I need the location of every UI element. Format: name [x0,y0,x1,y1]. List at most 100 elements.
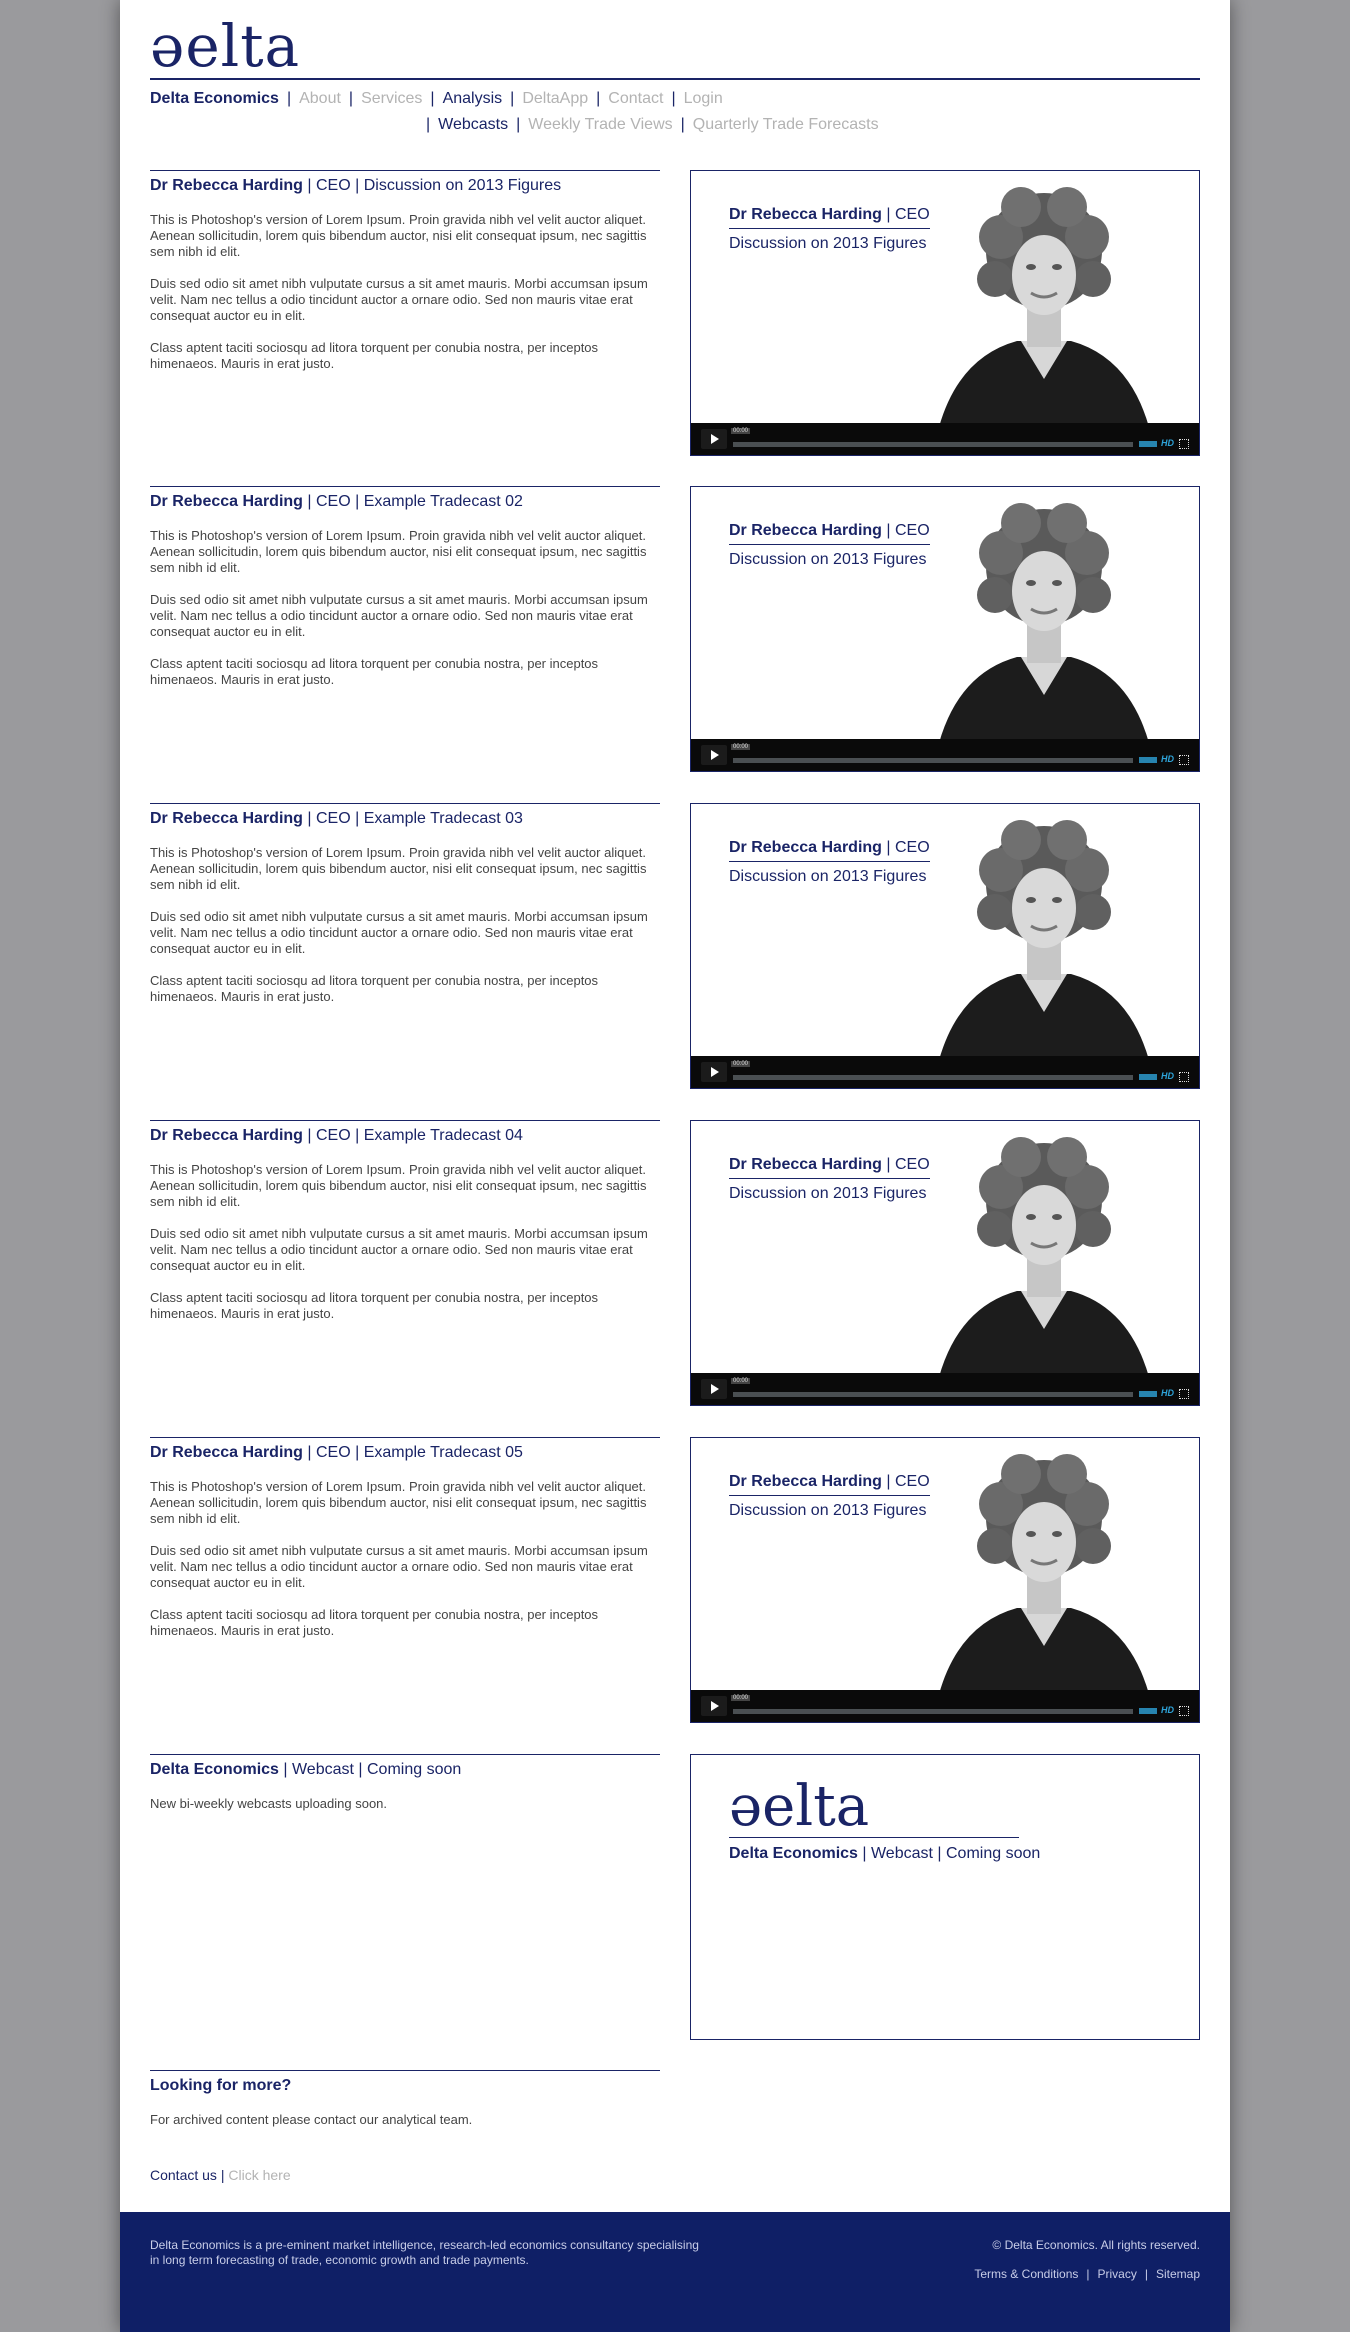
volume-icon[interactable] [1139,441,1157,447]
webcast-title[interactable]: Dr Rebecca Harding | CEO | Example Trade… [150,492,660,512]
fullscreen-icon[interactable] [1179,439,1189,449]
webcast-text: Dr Rebecca Harding | CEO | Example Trade… [150,803,660,1021]
video-overlay-title: Dr Rebecca Harding | CEO Discussion on 2… [729,521,930,570]
progress-bar[interactable] [733,442,1133,447]
paragraph: Class aptent taciti sociosqu ad litora t… [150,1607,599,1638]
webcast-text: Dr Rebecca Harding | CEO | Example Trade… [150,486,660,704]
speaker-portrait [939,503,1149,743]
volume-icon[interactable] [1139,1391,1157,1397]
footer-links: Terms & Conditions | Privacy | Sitemap [974,2267,1200,2281]
video-subtitle: Discussion on 2013 Figures [729,868,927,885]
fullscreen-icon[interactable] [1179,755,1189,765]
paragraph: Class aptent taciti sociosqu ad litora t… [150,656,599,687]
video-speaker: Dr Rebecca Harding [729,1473,882,1490]
more-title: Looking for more? [150,2076,660,2096]
webcast-description: This is Photoshop's version of Lorem Ips… [150,212,660,372]
subnav-item-weekly-trade-views[interactable]: Weekly Trade Views [528,116,672,133]
promo-brand: Delta Economics [729,1845,858,1862]
video-player[interactable]: Dr Rebecca Harding | CEO Discussion on 2… [690,486,1200,772]
player-controls: 00:00 HD [691,423,1199,455]
subnav-separator: | [680,116,685,133]
player-controls: 00:00 HD [691,739,1199,771]
click-here-link[interactable]: Click here [228,2167,290,2183]
webcast-subtitle: | CEO | Example Tradecast 04 [302,1127,523,1144]
speaker-portrait [939,187,1149,427]
more-description: For archived content please contact our … [150,2112,660,2128]
subnav-item-quarterly-trade-forecasts[interactable]: Quarterly Trade Forecasts [693,116,879,133]
footer-link-sitemap[interactable]: Sitemap [1156,2267,1200,2281]
hd-toggle[interactable]: HD [1161,754,1174,764]
video-subtitle: Discussion on 2013 Figures [729,1185,927,1202]
video-speaker: Dr Rebecca Harding [729,522,882,539]
page: ǝelta Delta Economics | About | Services | Ana… [120,0,1230,2332]
video-player[interactable]: Dr Rebecca Harding | CEO Discussion on 2… [690,1120,1200,1406]
webcast-text: Dr Rebecca Harding | CEO | Example Trade… [150,1120,660,1338]
webcast-description: This is Photoshop's version of Lorem Ips… [150,845,660,1005]
progress-bar[interactable] [733,758,1133,763]
delta-logo[interactable]: ǝelta [150,6,300,86]
webcast-title[interactable]: Dr Rebecca Harding | CEO | Discussion on… [150,176,660,196]
player-controls: 00:00 HD [691,1373,1199,1405]
play-icon[interactable] [701,1696,727,1716]
subnav-item-webcasts[interactable]: Webcasts [438,116,508,133]
play-icon[interactable] [701,1379,727,1399]
paragraph: This is Photoshop's version of Lorem Ips… [150,212,647,259]
hd-toggle[interactable]: HD [1161,1705,1174,1715]
paragraph: Duis sed odio sit amet nibh vulputate cu… [150,592,648,639]
contact-us-link[interactable]: Contact us [150,2167,217,2183]
fullscreen-icon[interactable] [1179,1706,1189,1716]
promo-title: Delta Economics | Webcast | Coming soon [729,1845,1040,1863]
webcast-speaker: Dr Rebecca Harding [150,1444,303,1461]
nav-item-contact[interactable]: Contact [608,90,663,107]
time-display: 00:00 [731,744,751,750]
fullscreen-icon[interactable] [1179,1072,1189,1082]
sub-nav: | Webcasts | Weekly Trade Views | Quarterly T… [426,116,879,134]
hd-toggle[interactable]: HD [1161,438,1174,448]
video-speaker: Dr Rebecca Harding [729,839,882,856]
play-icon[interactable] [701,1062,727,1082]
volume-icon[interactable] [1139,757,1157,763]
video-overlay-title: Dr Rebecca Harding | CEO Discussion on 2… [729,205,930,254]
progress-bar[interactable] [733,1392,1133,1397]
hd-toggle[interactable]: HD [1161,1071,1174,1081]
volume-icon[interactable] [1139,1074,1157,1080]
video-role: | CEO [881,1156,930,1173]
nav-separator: | [510,90,515,107]
play-icon[interactable] [701,745,727,765]
paragraph: Duis sed odio sit amet nibh vulputate cu… [150,1543,648,1590]
paragraph: This is Photoshop's version of Lorem Ips… [150,845,647,892]
progress-bar[interactable] [733,1709,1133,1714]
video-role: | CEO [881,522,930,539]
webcast-speaker: Dr Rebecca Harding [150,1127,303,1144]
nav-separator: | [671,90,676,107]
nav-item-about[interactable]: About [299,90,341,107]
video-overlay-title: Dr Rebecca Harding | CEO Discussion on 2… [729,1155,930,1204]
paragraph: For archived content please contact our … [150,2112,473,2127]
nav-item-analysis[interactable]: Analysis [443,90,503,107]
hd-toggle[interactable]: HD [1161,1388,1174,1398]
player-controls: 00:00 HD [691,1690,1199,1722]
paragraph: This is Photoshop's version of Lorem Ips… [150,1479,647,1526]
nav-item-login[interactable]: Login [684,90,723,107]
webcast-title[interactable]: Dr Rebecca Harding | CEO | Example Trade… [150,1443,660,1463]
play-icon[interactable] [701,429,727,449]
webcast-subtitle: | CEO | Discussion on 2013 Figures [302,177,562,194]
video-player[interactable]: Dr Rebecca Harding | CEO Discussion on 2… [690,1437,1200,1723]
paragraph: This is Photoshop's version of Lorem Ips… [150,1162,647,1209]
video-player[interactable]: Dr Rebecca Harding | CEO Discussion on 2… [690,803,1200,1089]
webcast-title[interactable]: Dr Rebecca Harding | CEO | Example Trade… [150,1126,660,1146]
contact-line: Contact us | Click here [150,2167,291,2183]
footer-link-terms[interactable]: Terms & Conditions [974,2267,1078,2281]
footer-link-privacy[interactable]: Privacy [1098,2267,1137,2281]
fullscreen-icon[interactable] [1179,1389,1189,1399]
volume-icon[interactable] [1139,1708,1157,1714]
webcast-text: Dr Rebecca Harding | CEO | Discussion on… [150,170,660,388]
nav-item-services[interactable]: Services [361,90,422,107]
progress-bar[interactable] [733,1075,1133,1080]
nav-item-deltaapp[interactable]: DeltaApp [522,90,588,107]
paragraph: Class aptent taciti sociosqu ad litora t… [150,1290,599,1321]
webcast-title[interactable]: Dr Rebecca Harding | CEO | Example Trade… [150,809,660,829]
video-player[interactable]: Dr Rebecca Harding | CEO Discussion on 2… [690,170,1200,456]
nav-brand[interactable]: Delta Economics [150,90,279,107]
webcast-description: This is Photoshop's version of Lorem Ips… [150,528,660,688]
